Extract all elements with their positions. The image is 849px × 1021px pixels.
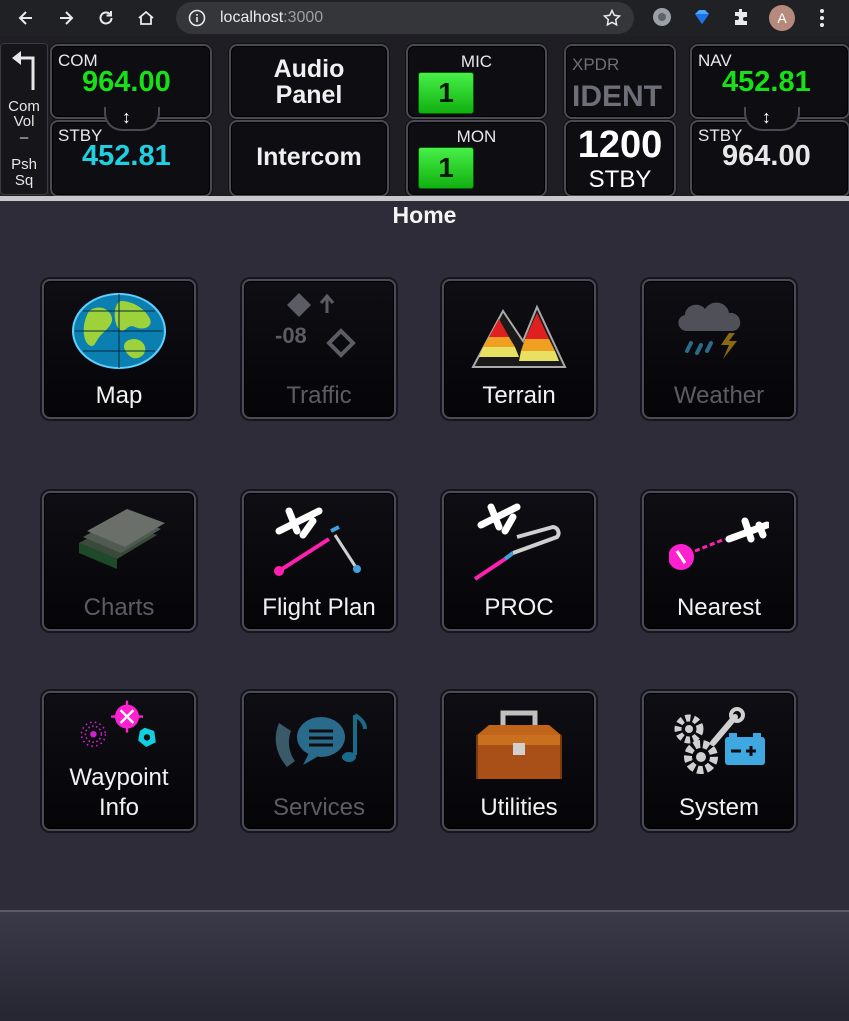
knob-label-com: Com bbox=[8, 98, 40, 115]
globe-icon bbox=[72, 293, 166, 369]
xpdr-ident-button[interactable]: XPDR IDENT bbox=[564, 44, 676, 119]
xpdr-ident-label: IDENT bbox=[572, 80, 662, 113]
mon-label: MON bbox=[456, 127, 497, 146]
knob-label-psh: Psh bbox=[11, 156, 37, 173]
com-swap-icon: ↕ bbox=[122, 107, 131, 127]
tile-traffic[interactable]: -08 Traffic bbox=[242, 279, 396, 419]
xpdr-code-value: 1200 bbox=[577, 124, 663, 166]
tile-flight-plan[interactable]: Flight Plan bbox=[242, 491, 396, 631]
mic-label: MIC bbox=[460, 52, 493, 71]
tile-charts[interactable]: Charts bbox=[42, 491, 196, 631]
tile-label: Utilities bbox=[480, 794, 558, 821]
tile-label: Traffic bbox=[286, 382, 352, 409]
tile-label-line-1: Waypoint bbox=[69, 764, 169, 791]
bookmark-star-icon[interactable] bbox=[602, 8, 622, 28]
tile-label: PROC bbox=[484, 594, 554, 621]
toolbox-icon bbox=[476, 710, 562, 779]
tile-label-line-2: Info bbox=[98, 794, 140, 821]
page-title: Home bbox=[392, 202, 457, 228]
nav-standby-frequency[interactable]: STBY 964.00 bbox=[690, 120, 849, 197]
reload-icon[interactable] bbox=[88, 0, 124, 36]
tile-waypoint-info[interactable]: Waypoint Info bbox=[42, 691, 196, 831]
tile-label: System bbox=[678, 794, 759, 821]
charts-icon bbox=[79, 509, 165, 569]
com-standby-frequency[interactable]: STBY 452.81 bbox=[50, 120, 212, 197]
tile-label: Terrain bbox=[482, 382, 556, 409]
tile-label: Charts bbox=[83, 594, 155, 621]
tile-weather[interactable]: Weather bbox=[642, 279, 796, 419]
knob-label-sq: Sq bbox=[14, 172, 34, 189]
com-active-value: 964.00 bbox=[82, 66, 171, 98]
info-icon[interactable] bbox=[188, 9, 206, 27]
tile-proc[interactable]: PROC bbox=[442, 491, 596, 631]
tile-label: Nearest bbox=[676, 594, 762, 621]
tile-nearest[interactable]: Nearest bbox=[642, 491, 796, 631]
traffic-icon: -08 bbox=[275, 293, 356, 358]
tile-terrain[interactable]: Terrain bbox=[442, 279, 596, 419]
intercom-label: Intercom bbox=[256, 143, 362, 171]
tile-map[interactable]: Map bbox=[42, 279, 196, 419]
mon-value-indicator: 1 bbox=[418, 147, 474, 189]
system-icon bbox=[674, 707, 765, 774]
url-text: localhost:3000 bbox=[220, 9, 324, 26]
audio-panel-label-2: Panel bbox=[275, 81, 343, 109]
knob-label-vol: Vol bbox=[13, 113, 35, 130]
bottom-bar bbox=[0, 910, 849, 1021]
mic-value-indicator: 1 bbox=[418, 72, 474, 114]
tile-services[interactable]: Services bbox=[242, 691, 396, 831]
tile-label: Services bbox=[272, 794, 366, 821]
terrain-icon bbox=[471, 304, 567, 368]
xpdr-mode-label: STBY bbox=[588, 166, 652, 193]
waypoint-info-icon bbox=[80, 700, 156, 747]
forward-arrow-icon[interactable] bbox=[48, 0, 84, 36]
back-arrow-icon[interactable] bbox=[9, 48, 39, 92]
puzzle-extensions-icon[interactable] bbox=[731, 6, 753, 28]
tile-label: Map bbox=[95, 382, 143, 409]
tile-utilities[interactable]: Utilities bbox=[442, 691, 596, 831]
browser-toolbar: localhost:3000 A bbox=[0, 0, 849, 36]
procedure-icon bbox=[473, 503, 561, 581]
xpdr-code-button[interactable]: 1200 STBY bbox=[564, 120, 676, 197]
xpdr-label: XPDR bbox=[572, 55, 620, 74]
back-arrow-icon[interactable] bbox=[8, 0, 44, 36]
divider bbox=[0, 196, 849, 201]
com-standby-value: 452.81 bbox=[82, 140, 171, 172]
weather-icon bbox=[678, 302, 741, 359]
nearest-icon bbox=[669, 517, 769, 570]
mon-selector[interactable]: MON 1 bbox=[406, 120, 547, 197]
audio-panel-button[interactable]: Audio Panel bbox=[229, 44, 389, 119]
intercom-button[interactable]: Intercom bbox=[229, 120, 389, 197]
mic-selector[interactable]: MIC 1 bbox=[406, 44, 547, 119]
nav-active-value: 452.81 bbox=[722, 66, 811, 98]
gem-extension-icon[interactable] bbox=[691, 6, 713, 28]
services-icon bbox=[275, 713, 367, 767]
com-volume-knob[interactable]: Com Vol – Psh Sq bbox=[0, 43, 48, 195]
com-swap-button[interactable] bbox=[104, 107, 160, 131]
address-bar[interactable]: localhost:3000 bbox=[176, 2, 634, 34]
svg-text:-08: -08 bbox=[275, 323, 307, 348]
tile-label: Weather bbox=[673, 382, 765, 409]
tile-label: Flight Plan bbox=[262, 594, 376, 621]
tile-system[interactable]: System bbox=[642, 691, 796, 831]
profile-avatar[interactable]: A bbox=[769, 5, 795, 31]
extension-icon[interactable] bbox=[651, 6, 673, 28]
home-icon[interactable] bbox=[128, 0, 164, 36]
nav-swap-button[interactable] bbox=[744, 107, 800, 131]
flight-plan-icon bbox=[274, 507, 361, 576]
menu-kebab-icon[interactable] bbox=[812, 6, 832, 30]
knob-label-dash: – bbox=[19, 129, 29, 146]
nav-swap-icon: ↕ bbox=[762, 107, 771, 127]
nav-standby-value: 964.00 bbox=[722, 140, 811, 172]
audio-panel-label-1: Audio bbox=[273, 55, 345, 83]
